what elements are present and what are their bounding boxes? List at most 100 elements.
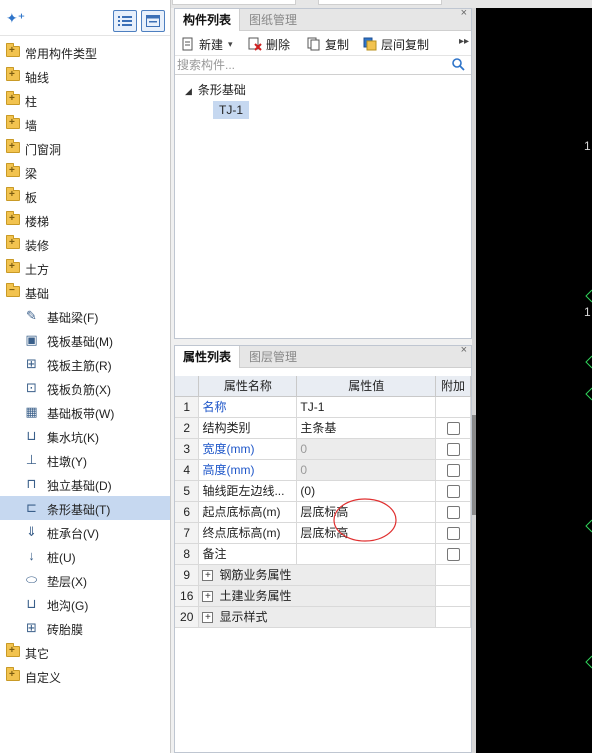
property-row[interactable]: 4 高度(mm) 0	[175, 459, 471, 481]
copy-button[interactable]: 复制	[307, 35, 349, 53]
delete-button[interactable]: 删除	[248, 35, 290, 53]
tree-node-common-types[interactable]: + 常用构件类型	[0, 40, 170, 64]
property-table: 属性名称 属性值 附加 1 名称 TJ-1 2 结构类别 主条基 3 宽度(mm) 0 4 高度(m…	[175, 376, 471, 628]
tree-node-wall[interactable]: + 墙	[0, 112, 170, 136]
window-view-button[interactable]	[141, 10, 165, 32]
floor-copy-button[interactable]: 层间复制	[363, 35, 429, 53]
property-row[interactable]: 2 结构类别 主条基	[175, 417, 471, 439]
tree-node-openings[interactable]: + 门窗洞	[0, 136, 170, 160]
attach-checkbox[interactable]	[446, 421, 460, 435]
tree-item-raft-foundation[interactable]: ▣ 筏板基础(M)	[0, 328, 170, 352]
attach-checkbox[interactable]	[446, 484, 460, 498]
tree-item-foundation-strip[interactable]: ▦ 基础板带(W)	[0, 400, 170, 424]
search-icon[interactable]	[452, 58, 465, 71]
property-row[interactable]: 8 备注	[175, 543, 471, 565]
tree-node-beam[interactable]: + 梁	[0, 160, 170, 184]
trench-icon: ⊔	[26, 596, 37, 611]
tree-node-custom[interactable]: + 自定义	[0, 664, 170, 688]
column-pier-icon: ⊥	[25, 452, 38, 467]
tree-item-raft-main-rebar[interactable]: ⊞ 筏板主筋(R)	[0, 352, 170, 376]
list-view-button[interactable]	[113, 10, 137, 32]
tree-item-pile[interactable]: ↓ 桩(U)	[0, 544, 170, 568]
raft-slab-icon: ▣	[25, 332, 38, 347]
slab-strip-icon: ▦	[25, 404, 38, 419]
property-row[interactable]: 3 宽度(mm) 0	[175, 438, 471, 460]
tab-layer-management[interactable]: 图层管理	[241, 346, 305, 368]
sparkle-icon[interactable]: ✦⁺	[6, 10, 25, 27]
tree-item-isolated-foundation[interactable]: ⊓ 独立基础(D)	[0, 472, 170, 496]
window-icon	[146, 15, 160, 27]
component-item-tj1[interactable]: TJ-1	[213, 101, 249, 119]
property-group[interactable]: + 显示样式	[198, 606, 437, 628]
new-file-icon	[182, 37, 193, 51]
row-number: 3	[175, 438, 200, 460]
tab-drawing-management[interactable]: 图纸管理	[241, 9, 305, 31]
property-row[interactable]: 6 起点底标高(m) 层底标高	[175, 501, 471, 523]
property-value[interactable]: TJ-1	[296, 396, 437, 418]
close-icon[interactable]: ×	[461, 7, 467, 19]
attach-checkbox[interactable]	[446, 547, 460, 561]
tree-node-decoration[interactable]: + 装修	[0, 232, 170, 256]
property-value[interactable]	[296, 543, 437, 565]
property-group[interactable]: + 土建业务属性	[198, 585, 437, 607]
tree-item-raft-negative-rebar[interactable]: ⊡ 筏板负筋(X)	[0, 376, 170, 400]
attach-checkbox[interactable]	[446, 463, 460, 477]
tree-node-other[interactable]: + 其它	[0, 640, 170, 664]
property-name: 名称	[198, 396, 298, 418]
tree-item-cushion[interactable]: ⬭ 垫层(X)	[0, 568, 170, 592]
expand-plus-icon[interactable]: +	[202, 570, 214, 582]
tab-component-list[interactable]: 构件列表	[175, 9, 241, 32]
tree-node-column[interactable]: + 柱	[0, 88, 170, 112]
top-tab-stub	[318, 0, 442, 5]
property-group[interactable]: + 钢筋业务属性	[198, 564, 437, 586]
row-number: 1	[175, 396, 200, 418]
brick-mold-icon: ⊞	[26, 620, 37, 635]
property-name: 高度(mm)	[198, 459, 298, 481]
tab-property-list[interactable]: 属性列表	[175, 346, 241, 369]
property-value[interactable]: 0	[296, 459, 437, 481]
dropdown-arrow-icon[interactable]: ▾	[228, 39, 233, 50]
tree-node-slab[interactable]: + 板	[0, 184, 170, 208]
extra-cell	[435, 459, 471, 481]
tree-item-sump-pit[interactable]: ⊔ 集水坑(K)	[0, 424, 170, 448]
row-number: 16	[175, 585, 200, 607]
property-row[interactable]: 5 轴线距左边线... (0)	[175, 480, 471, 502]
top-tab-stub	[172, 0, 296, 5]
close-icon[interactable]: ×	[461, 344, 467, 356]
toolbar-overflow-icon[interactable]: ▸▸	[459, 36, 469, 47]
tree-node-axis[interactable]: + 轴线	[0, 64, 170, 88]
list-icon	[118, 16, 132, 26]
extra-cell	[435, 585, 471, 607]
property-group-row[interactable]: 9 + 钢筋业务属性	[175, 564, 471, 586]
new-button[interactable]: 新建 ▾	[181, 35, 233, 53]
property-group-row[interactable]: 20 + 显示样式	[175, 606, 471, 628]
attach-checkbox[interactable]	[446, 442, 460, 456]
tree-item-foundation-beam[interactable]: ✎ 基础梁(F)	[0, 304, 170, 328]
folder-icon: +	[6, 43, 20, 57]
row-number: 4	[175, 459, 200, 481]
expand-plus-icon[interactable]: +	[202, 591, 214, 603]
property-group-row[interactable]: 16 + 土建业务属性	[175, 585, 471, 607]
negative-rebar-icon: ⊡	[26, 380, 37, 395]
tree-node-earthwork[interactable]: + 土方	[0, 256, 170, 280]
property-row[interactable]: 7 终点底标高(m) 层底标高	[175, 522, 471, 544]
property-row[interactable]: 1 名称 TJ-1	[175, 396, 471, 418]
expand-plus-icon[interactable]: +	[202, 612, 214, 624]
property-value[interactable]: 主条基	[296, 417, 437, 439]
search-input[interactable]	[175, 56, 445, 74]
tree-item-brick-mold[interactable]: ⊞ 砖胎膜	[0, 616, 170, 640]
tree-node-foundation[interactable]: − 基础	[0, 280, 170, 304]
attach-checkbox[interactable]	[446, 505, 460, 519]
property-value[interactable]: 0	[296, 438, 437, 460]
tree-item-pile-cap[interactable]: ⇓ 桩承台(V)	[0, 520, 170, 544]
tree-item-column-pier[interactable]: ⊥ 柱墩(Y)	[0, 448, 170, 472]
tree-item-strip-foundation[interactable]: ⊏ 条形基础(T)	[0, 496, 170, 520]
drawing-canvas[interactable]: 1 1	[476, 8, 592, 753]
tree-node-stairs[interactable]: + 楼梯	[0, 208, 170, 232]
attach-checkbox[interactable]	[446, 526, 460, 540]
tree-item-trench[interactable]: ⊔ 地沟(G)	[0, 592, 170, 616]
canvas-glyph: 1	[584, 139, 591, 153]
tree-group-strip-foundation[interactable]: ◢ 条形基础	[185, 81, 246, 98]
row-number: 9	[175, 564, 200, 586]
collapse-arrow-icon[interactable]: ◢	[185, 86, 192, 96]
